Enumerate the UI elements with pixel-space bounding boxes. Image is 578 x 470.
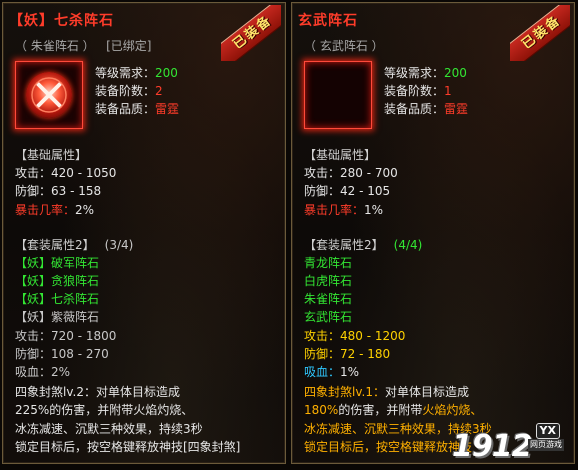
- item-subtitle: （ 朱雀阵石 ） [已绑定]: [15, 39, 152, 53]
- skill-line-1: 四象封煞lv.1：对单体目标造成: [304, 385, 469, 399]
- title-tag: 【妖】: [9, 13, 54, 29]
- set-item: 【妖】贪狼阵石: [15, 274, 100, 288]
- skill-line-2: 180%的伤害，并附带火焰灼烧、: [304, 403, 483, 417]
- equip-quality: 装备品质：雷霆: [384, 102, 469, 116]
- set-attack: 攻击：480 - 1200: [304, 329, 406, 343]
- item-tooltip-right: 玄武阵石 （ 玄武阵石 ） 已装备 等级需求：200 装备阶数：1 装备品质：雷…: [291, 2, 575, 464]
- equipped-stamp: 已装备: [510, 5, 570, 61]
- gem-icon: [26, 72, 72, 118]
- set-attr-head: 【套装属性2】 (3/4): [15, 238, 134, 252]
- skill-line-4: 锁定目标后，按空格键释放神技[四象封煞]: [15, 440, 241, 454]
- skill-line-2: 225%的伤害，并附带火焰灼烧、: [15, 403, 194, 417]
- level-requirement: 等级需求：200: [95, 66, 178, 80]
- set-item: 朱雀阵石: [304, 292, 353, 306]
- basic-attr-head: 【基础属性】: [304, 148, 377, 162]
- defense-stat: 防御：63 - 158: [15, 184, 102, 198]
- set-item: 青龙阵石: [304, 256, 353, 270]
- attack-stat: 攻击：420 - 1050: [15, 166, 117, 180]
- site-logo: 1912 YX 网页游戏: [452, 423, 564, 464]
- item-title: 【妖】七杀阵石: [9, 11, 114, 31]
- set-leech: 吸血：2%: [15, 365, 71, 379]
- set-item: 白虎阵石: [304, 274, 353, 288]
- title-name: 玄武阵石: [298, 13, 358, 29]
- item-icon[interactable]: [15, 61, 83, 129]
- defense-stat: 防御：42 - 105: [304, 184, 391, 198]
- equip-tier: 装备阶数：1: [384, 84, 452, 98]
- item-tooltip-left: 【妖】七杀阵石 （ 朱雀阵石 ） [已绑定] 已装备 等级需求：200 装备阶数…: [2, 2, 286, 464]
- equip-tier: 装备阶数：2: [95, 84, 163, 98]
- skill-line-1: 四象封煞lv.2：对单体目标造成: [15, 385, 180, 399]
- skill-line-4: 锁定目标后，按空格键释放神技: [304, 440, 473, 454]
- set-item: 玄武阵石: [304, 310, 353, 324]
- equip-quality: 装备品质：雷霆: [95, 102, 180, 116]
- set-defense: 防御：72 - 180: [304, 347, 391, 361]
- crit-stat: 暴击几率：1%: [304, 203, 384, 217]
- skill-line-3: 冰冻减速、沉默三种效果，持续3秒: [15, 422, 203, 436]
- title-name: 七杀阵石: [54, 13, 114, 29]
- set-leech: 吸血：1%: [304, 365, 360, 379]
- level-requirement: 等级需求：200: [384, 66, 467, 80]
- equipped-stamp: 已装备: [221, 5, 281, 61]
- set-attack: 攻击：720 - 1800: [15, 329, 117, 343]
- set-defense: 防御：108 - 270: [15, 347, 109, 361]
- item-icon[interactable]: [304, 61, 372, 129]
- item-subtitle: （ 玄武阵石 ）: [304, 39, 384, 53]
- basic-attr-head: 【基础属性】: [15, 148, 88, 162]
- set-item: 【妖】破军阵石: [15, 256, 100, 270]
- crit-stat: 暴击几率：2%: [15, 203, 95, 217]
- set-attr-head: 【套装属性2】 (4/4): [304, 238, 423, 252]
- set-item: 【妖】紫薇阵石: [15, 310, 100, 324]
- set-item: 【妖】七杀阵石: [15, 292, 100, 306]
- item-title: 玄武阵石: [298, 11, 358, 31]
- attack-stat: 攻击：280 - 700: [304, 166, 398, 180]
